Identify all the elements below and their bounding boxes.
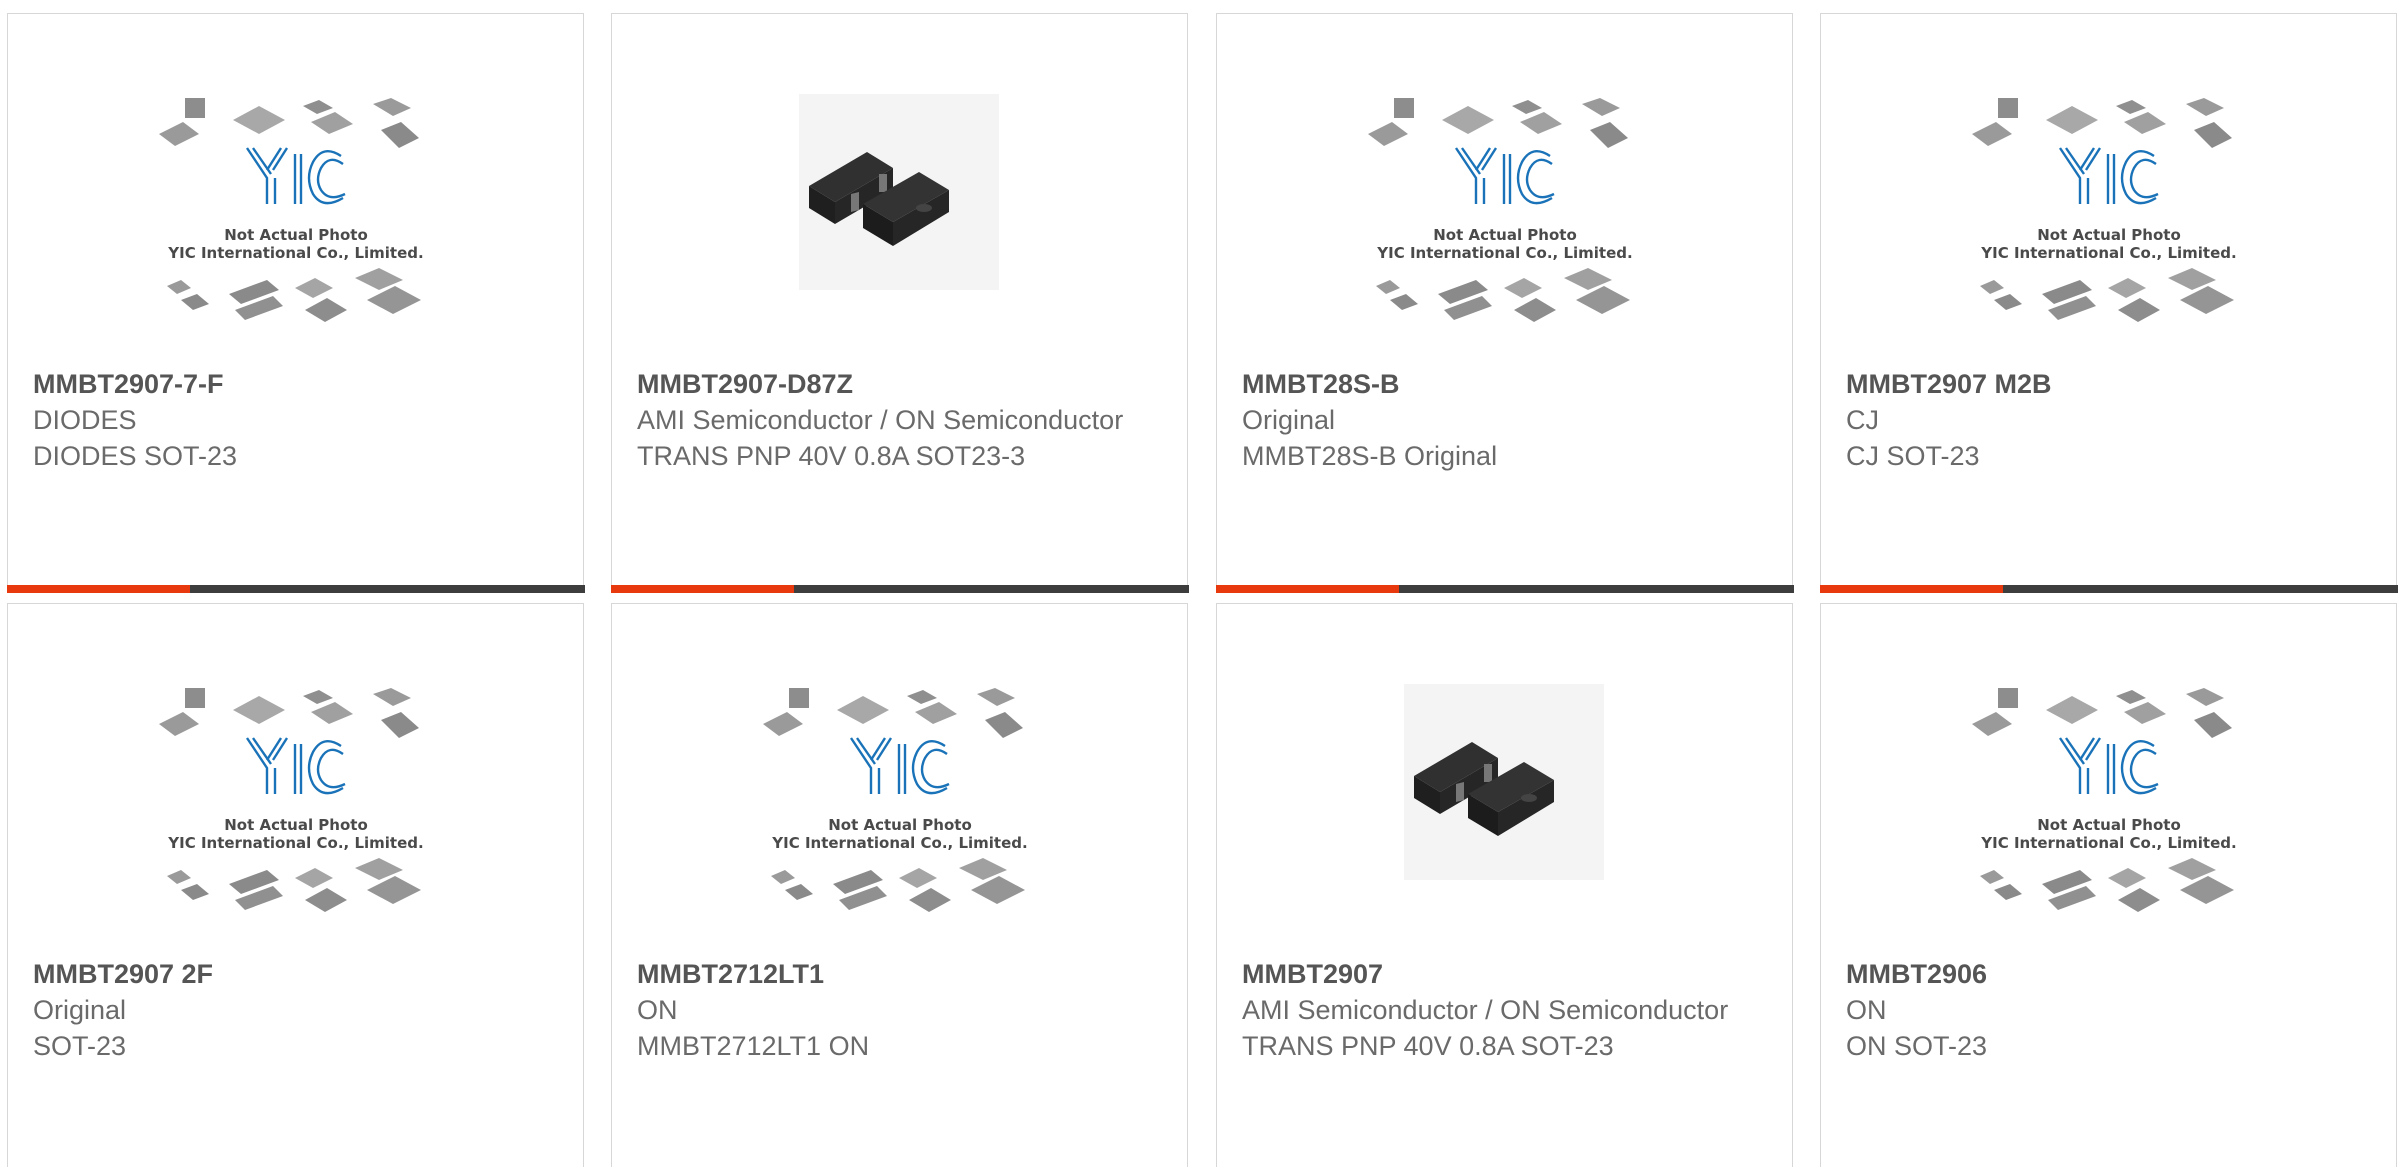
product-info: MMBT2712LT1 ON MMBT2712LT1 ON [637,956,1167,1064]
part-number-link[interactable]: MMBT2907-D87Z [637,366,1167,402]
manufacturer-label: AMI Semiconductor / ON Semiconductor [637,405,1124,435]
card-bottom-bar [610,585,1189,593]
manufacturer-label: DIODES [33,405,137,435]
not-actual-photo-image: Not Actual Photo YIC International Co., … [158,98,423,322]
card-bottom-bar [1215,585,1794,593]
product-image[interactable] [759,82,1041,338]
part-number-link[interactable]: MMBT28S-B [1242,366,1772,402]
sot23-package-photo [1403,684,1604,880]
manufacturer-label: ON [1846,995,1887,1025]
manufacturer-label: CJ [1846,405,1879,435]
part-number-link[interactable]: MMBT2906 [1846,956,2376,992]
product-image[interactable]: Not Actual Photo YIC International Co., … [155,82,437,338]
product-card[interactable]: Not Actual Photo YIC International Co., … [1215,13,1794,593]
card-accent-bar [610,585,794,593]
product-card[interactable]: Not Actual Photo YIC International Co., … [6,13,585,593]
description-label: DIODES SOT-23 [33,441,238,471]
placeholder-caption-line1: Not Actual Photo [224,816,368,834]
placeholder-caption-line2: YIC International Co., Limited. [167,244,423,262]
description-label: TRANS PNP 40V 0.8A SOT-23 [1242,1031,1614,1061]
description-label: ON SOT-23 [1846,1031,1988,1061]
placeholder-caption-line1: Not Actual Photo [2037,816,2181,834]
not-actual-photo-image: Not Actual Photo YIC International Co., … [762,688,1027,912]
placeholder-caption-line1: Not Actual Photo [224,226,368,244]
manufacturer-label: Original [1242,405,1336,435]
product-grid: Not Actual Photo YIC International Co., … [0,0,2400,1167]
placeholder-caption-line1: Not Actual Photo [828,816,972,834]
product-card[interactable]: MMBT2907 AMI Semiconductor / ON Semicondu… [1216,603,1793,1167]
not-actual-photo-image: Not Actual Photo YIC International Co., … [158,688,423,912]
placeholder-caption-line2: YIC International Co., Limited. [1980,244,2236,262]
product-info: MMBT2906 ON ON SOT-23 [1846,956,2376,1064]
part-number-link[interactable]: MMBT2907-7-F [33,366,563,402]
card-accent-bar [1215,585,1399,593]
part-number-link[interactable]: MMBT2907 M2B [1846,366,2376,402]
product-card[interactable]: MMBT2907-D87Z AMI Semiconductor / ON Semi… [610,13,1189,593]
card-bottom-bar [1819,585,2398,593]
placeholder-caption-line2: YIC International Co., Limited. [1980,834,2236,852]
card-accent-bar [1819,585,2003,593]
manufacturer-label: ON [637,995,678,1025]
product-image[interactable]: Not Actual Photo YIC International Co., … [1968,82,2250,338]
part-number-link[interactable]: MMBT2907 2F [33,956,563,992]
product-image[interactable]: Not Actual Photo YIC International Co., … [1364,82,1646,338]
placeholder-caption-line2: YIC International Co., Limited. [167,834,423,852]
placeholder-caption-line1: Not Actual Photo [1433,226,1577,244]
description-label: SOT-23 [33,1031,127,1061]
card-bottom-bar [6,585,585,593]
manufacturer-label: AMI Semiconductor / ON Semiconductor [1242,995,1729,1025]
product-info: MMBT28S-B Original MMBT28S-B Original [1242,366,1772,474]
product-card[interactable]: Not Actual Photo YIC International Co., … [611,603,1188,1167]
product-card[interactable]: Not Actual Photo YIC International Co., … [1820,603,2397,1167]
not-actual-photo-image: Not Actual Photo YIC International Co., … [1367,98,1632,322]
placeholder-caption-line2: YIC International Co., Limited. [1376,244,1632,262]
description-label: MMBT28S-B Original [1242,441,1498,471]
product-image[interactable] [1364,672,1646,928]
description-label: MMBT2712LT1 ON [637,1031,870,1061]
placeholder-caption-line1: Not Actual Photo [2037,226,2181,244]
product-card[interactable]: Not Actual Photo YIC International Co., … [1819,13,2398,593]
product-info: MMBT2907-7-F DIODES DIODES SOT-23 [33,366,563,474]
description-label: CJ SOT-23 [1846,441,1980,471]
product-info: MMBT2907 2F Original SOT-23 [33,956,563,1064]
manufacturer-label: Original [33,995,127,1025]
part-number-link[interactable]: MMBT2712LT1 [637,956,1167,992]
product-image[interactable]: Not Actual Photo YIC International Co., … [155,672,437,928]
product-card[interactable]: Not Actual Photo YIC International Co., … [7,603,584,1167]
not-actual-photo-image: Not Actual Photo YIC International Co., … [1971,98,2236,322]
sot23-package-photo [798,94,999,290]
product-info: MMBT2907 AMI Semiconductor / ON Semicondu… [1242,956,1772,1064]
part-number-link[interactable]: MMBT2907 [1242,956,1772,992]
placeholder-caption-line2: YIC International Co., Limited. [771,834,1027,852]
not-actual-photo-image: Not Actual Photo YIC International Co., … [1971,688,2236,912]
product-info: MMBT2907 M2B CJ CJ SOT-23 [1846,366,2376,474]
product-image[interactable]: Not Actual Photo YIC International Co., … [1968,672,2250,928]
product-info: MMBT2907-D87Z AMI Semiconductor / ON Semi… [637,366,1167,474]
description-label: TRANS PNP 40V 0.8A SOT23-3 [637,441,1026,471]
product-image[interactable]: Not Actual Photo YIC International Co., … [759,672,1041,928]
card-accent-bar [6,585,190,593]
